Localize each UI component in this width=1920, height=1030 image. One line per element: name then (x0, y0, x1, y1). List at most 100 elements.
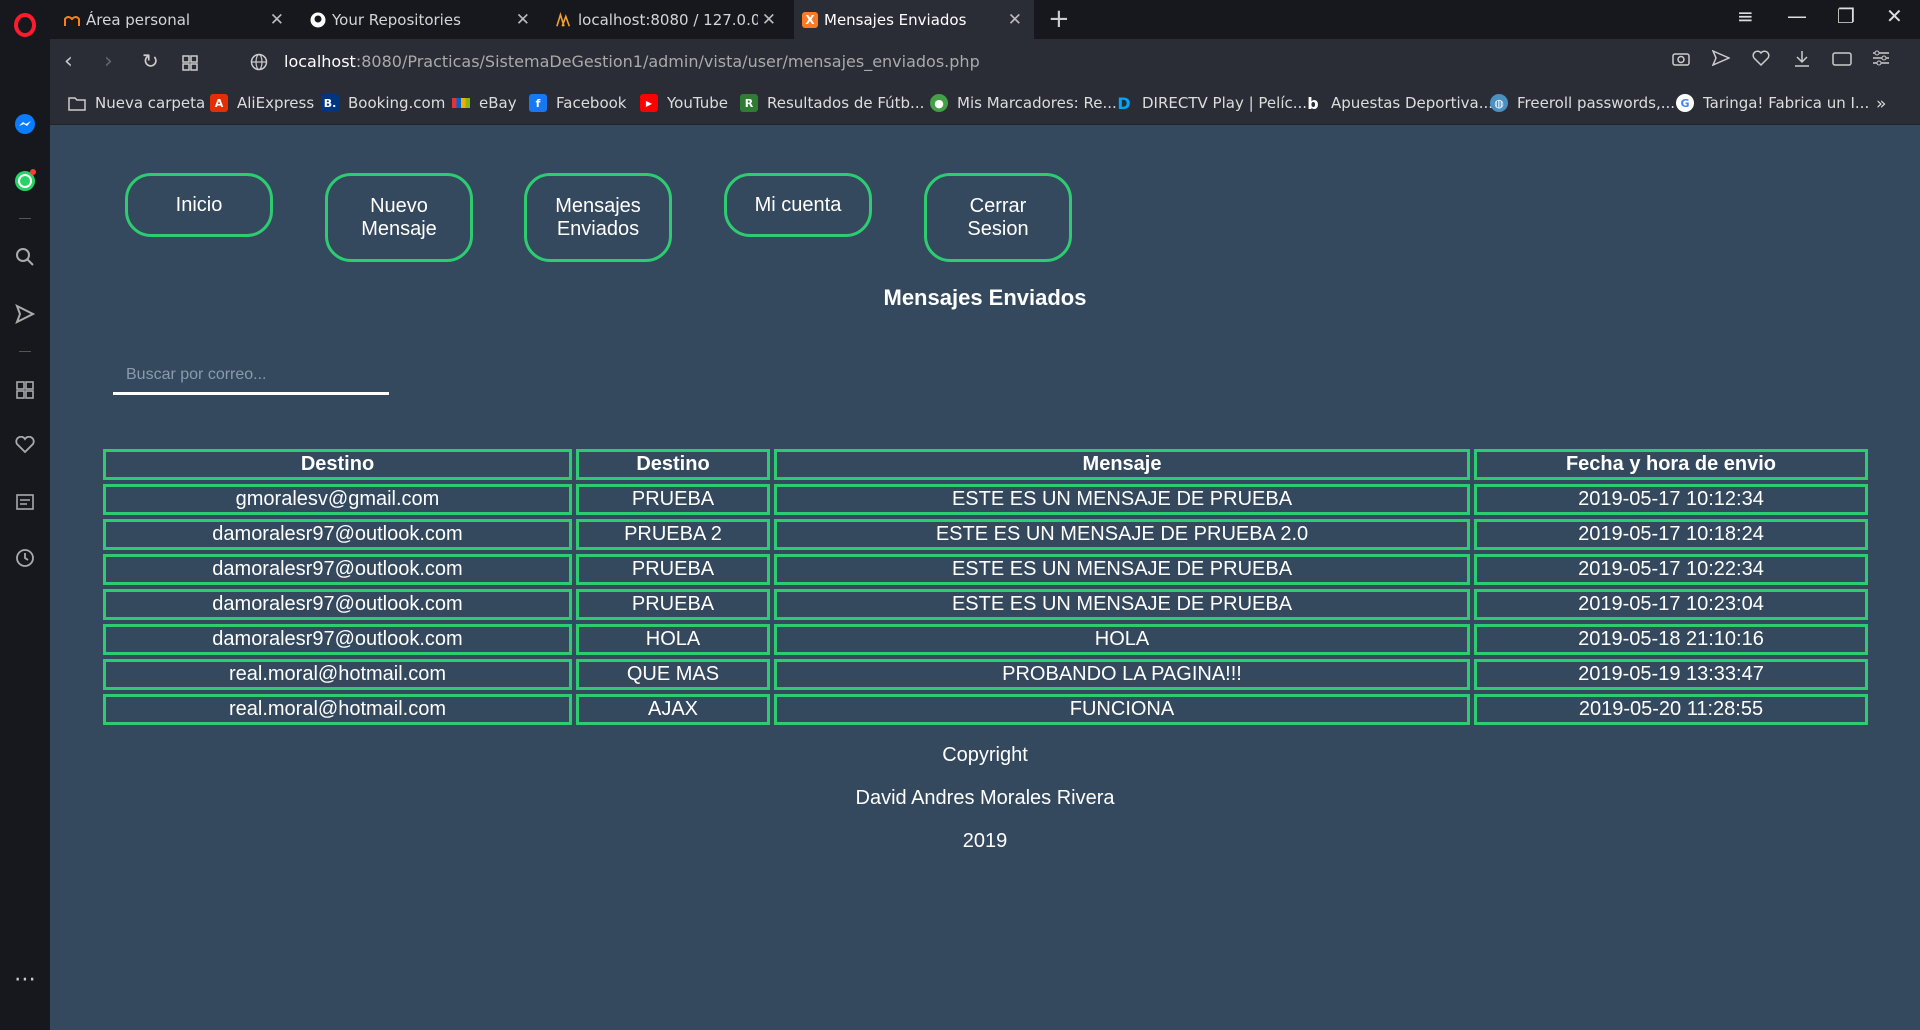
table-body: gmoralesv@gmail.com PRUEBA ESTE ES UN MENS… (103, 484, 1868, 725)
cerrar-sesion-button[interactable]: Cerrar Sesion (924, 173, 1072, 262)
inicio-button[interactable]: Inicio (125, 173, 273, 237)
send-icon[interactable] (1711, 49, 1731, 71)
bet-icon: b (1307, 93, 1319, 113)
bookmark-mis-marcadores[interactable]: ● Mis Marcadores: Re... (930, 94, 1117, 112)
bookmark-label: Taringa! Fabrica un I... (1703, 94, 1870, 112)
tab-your-repositories[interactable]: Your Repositories ✕ (302, 0, 542, 39)
footer-copyright: Copyright (942, 744, 1028, 766)
new-tab-button[interactable]: + (1048, 4, 1070, 34)
bookmark-taringa[interactable]: G Taringa! Fabrica un I... (1676, 94, 1869, 112)
opera-logo-icon[interactable] (12, 12, 38, 38)
table-row: damoralesr97@outlook.com HOLA HOLA 2019-05-… (103, 624, 1868, 655)
table-cell: real.moral@hotmail.com (103, 659, 572, 690)
table-cell: PRUEBA 2 (576, 519, 770, 550)
table-cell: ESTE ES UN MENSAJE DE PRUEBA (774, 484, 1470, 515)
bookmark-apuestas[interactable]: b Apuestas Deportiva... (1304, 93, 1494, 113)
facebook-icon: f (529, 94, 547, 112)
bookmark-facebook[interactable]: f Facebook (529, 94, 626, 112)
button-label: Mensajes Enviados (555, 194, 641, 240)
table-cell: damoralesr97@outlook.com (103, 589, 572, 620)
url-field[interactable]: localhost:8080/Practicas/SistemaDeGestio… (284, 52, 980, 71)
search-input[interactable] (113, 357, 389, 395)
table-cell: QUE MAS (576, 659, 770, 690)
table-cell: 2019-05-20 11:28:55 (1474, 694, 1868, 725)
reload-icon[interactable]: ↻ (142, 49, 159, 73)
button-label: Inicio (175, 193, 223, 216)
search-icon[interactable] (12, 244, 38, 270)
close-window-icon[interactable]: ✕ (1886, 4, 1903, 28)
table-cell: 2019-05-18 21:10:16 (1474, 624, 1868, 655)
table-cell: AJAX (576, 694, 770, 725)
column-header: Mensaje (774, 449, 1470, 480)
bookmark-directv[interactable]: D DIRECTV Play | Pelíc... (1115, 94, 1307, 113)
messenger-icon[interactable] (12, 111, 38, 137)
youtube-icon: ▶ (640, 94, 658, 112)
nuevo-mensaje-button[interactable]: Nuevo Mensaje (325, 173, 473, 262)
table-header-row: Destino Destino Mensaje Fecha y hora de … (103, 449, 1868, 480)
aliexpress-icon: A (210, 94, 228, 112)
back-icon[interactable]: ‹ (64, 49, 73, 74)
table-cell: HOLA (576, 624, 770, 655)
restore-icon[interactable]: ❐ (1837, 4, 1855, 28)
table-cell: 2019-05-17 10:18:24 (1474, 519, 1868, 550)
bookmark-resultados[interactable]: R Resultados de Fútb... (740, 94, 924, 112)
table-cell: PRUEBA (576, 484, 770, 515)
marcadores-icon: ● (930, 94, 948, 112)
minimize-icon[interactable]: — (1787, 4, 1807, 28)
tab-mensajes-enviados[interactable]: X Mensajes Enviados ✕ (794, 0, 1034, 39)
forward-icon[interactable]: › (104, 49, 113, 74)
close-icon[interactable]: ✕ (270, 10, 284, 30)
more-icon[interactable]: ⋯ (12, 966, 38, 992)
close-icon[interactable]: ✕ (516, 10, 530, 30)
bookmark-aliexpress[interactable]: A AliExpress (210, 94, 314, 112)
phpmyadmin-icon (556, 11, 572, 28)
mi-cuenta-button[interactable]: Mi cuenta (724, 173, 872, 237)
tab-title: localhost:8080 / 127.0.0.1 / (578, 10, 758, 29)
tab-menu-icon[interactable]: ≡ (1737, 4, 1754, 28)
speed-dial-icon[interactable] (12, 377, 38, 403)
results-icon: R (740, 94, 758, 112)
bookmark-label: Mis Marcadores: Re... (957, 94, 1117, 112)
bookmark-label: Nueva carpeta (95, 94, 206, 112)
whatsapp-icon[interactable] (12, 168, 38, 194)
footer-year: 2019 (962, 830, 1008, 852)
send-icon[interactable] (12, 301, 38, 327)
site-info-icon[interactable] (250, 52, 268, 77)
download-icon[interactable] (1794, 50, 1810, 73)
tab-phpmyadmin[interactable]: localhost:8080 / 127.0.0.1 / ✕ (548, 0, 788, 39)
bookmark-nueva-carpeta[interactable]: Nueva carpeta (68, 94, 205, 112)
url-path: :8080/Practicas/SistemaDeGestion1/admin/… (355, 52, 980, 71)
tab-bar: Área personal ✕ Your Repositories ✕ loca… (50, 0, 1920, 39)
close-icon[interactable]: ✕ (1008, 10, 1022, 30)
bookmark-ebay[interactable]: eBay (452, 94, 517, 112)
bookmark-label: Apuestas Deportiva... (1331, 94, 1494, 112)
bookmark-youtube[interactable]: ▶ YouTube (640, 94, 728, 112)
heart-icon[interactable] (12, 432, 38, 458)
page-title: Mensajes Enviados (883, 285, 1087, 310)
bookmark-booking[interactable]: B. Booking.com (321, 94, 445, 112)
bookmarks-overflow-icon[interactable]: » (1876, 94, 1886, 114)
tabs-grid-icon[interactable] (182, 52, 198, 77)
news-icon[interactable] (12, 489, 38, 515)
ebay-icon (452, 94, 470, 112)
table-cell: damoralesr97@outlook.com (103, 554, 572, 585)
bookmark-label: Booking.com (348, 94, 446, 112)
tab-area-personal[interactable]: Área personal ✕ (56, 0, 296, 39)
sidebar-divider (19, 351, 31, 352)
bookmark-freeroll[interactable]: ◍ Freeroll passwords,... (1490, 94, 1675, 112)
table-row: damoralesr97@outlook.com PRUEBA ESTE ES UN… (103, 554, 1868, 585)
booking-icon: B. (321, 94, 339, 112)
mensajes-enviados-button[interactable]: Mensajes Enviados (524, 173, 672, 262)
close-icon[interactable]: ✕ (762, 10, 776, 30)
table-cell: ESTE ES UN MENSAJE DE PRUEBA (774, 554, 1470, 585)
button-label: Cerrar Sesion (967, 194, 1029, 240)
browser-sidebar: ⋯ (0, 0, 50, 1030)
camera-icon[interactable] (1672, 50, 1690, 71)
sidebar-divider (19, 218, 31, 219)
easy-setup-icon[interactable] (1872, 50, 1890, 71)
address-bar: ‹ › ↻ localhost:8080/Practicas/SistemaDe… (50, 39, 1920, 85)
history-icon[interactable] (12, 545, 38, 571)
table-row: real.moral@hotmail.com QUE MAS PROBANDO LA… (103, 659, 1868, 690)
snapshot-icon[interactable] (1832, 50, 1852, 71)
bookmark-heart-icon[interactable] (1752, 50, 1770, 71)
